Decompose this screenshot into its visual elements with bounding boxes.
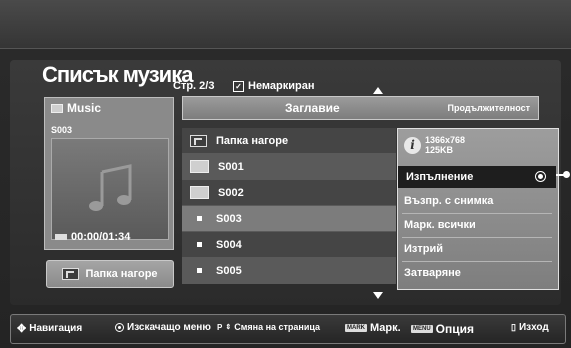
footer-exit-label: Изход	[518, 322, 549, 333]
footer-nav-label: Навигация	[29, 323, 83, 334]
column-duration: Продължителност	[447, 103, 531, 113]
file-info-text: 1366x768 125KB	[425, 135, 465, 155]
popup-item-delete[interactable]: Изтрий	[404, 243, 443, 255]
folder-up-button[interactable]: Папка нагоре	[46, 260, 174, 288]
footer-help-bar: ✥ Навигация Изскачащо меню P ⇕ Смяна на …	[10, 314, 566, 344]
list-item-s002[interactable]: S002	[182, 180, 396, 206]
footer-exit: ▯ Изход	[511, 322, 549, 333]
unmarked-label: Немаркиран	[248, 80, 315, 92]
list-item-s005[interactable]: S005	[182, 258, 396, 284]
list-item-folder-up[interactable]: Папка нагоре	[182, 128, 396, 154]
ok-button-icon	[115, 323, 124, 332]
scroll-down-arrow-icon[interactable]	[373, 292, 383, 299]
list-item-label: S004	[216, 238, 242, 251]
popup-menu: i 1366x768 125KB Изпълнение Възпр. с сни…	[397, 128, 559, 290]
footer-page: P ⇕ Смяна на страница	[217, 322, 320, 332]
folder-name: Music	[67, 101, 102, 115]
popup-item-mark-all[interactable]: Марк. всички	[404, 219, 476, 231]
popup-item-play-with-photo[interactable]: Възпр. с снимка	[404, 195, 493, 207]
list-item-label: S001	[218, 160, 244, 173]
file-bullet-icon	[197, 242, 202, 247]
footer-mark: MARK Марк.	[345, 322, 401, 334]
music-note-icon	[89, 164, 132, 211]
top-band	[0, 0, 571, 49]
list-item-label: S002	[218, 186, 244, 199]
file-bullet-icon	[197, 268, 202, 273]
music-list: Папка нагоре S001 S002 S003 S004 S005	[182, 128, 396, 284]
exit-icon: ▯	[511, 322, 516, 332]
playback-time-text: 00:00/01:34	[71, 231, 131, 243]
page-title: Списък музика	[42, 62, 193, 87]
footer-nav: ✥ Навигация	[17, 322, 82, 335]
folder-up-icon	[190, 134, 207, 147]
list-item-label: Папка нагоре	[216, 134, 289, 147]
footer-popup: Изскачащо меню	[115, 322, 211, 333]
current-file-name: S003	[51, 125, 73, 135]
folder-up-button-label: Папка нагоре	[85, 268, 158, 280]
divider	[402, 237, 552, 238]
list-item-s001[interactable]: S001	[182, 154, 396, 180]
radio-selected-icon	[535, 171, 546, 182]
folder-icon	[51, 103, 63, 113]
playback-time: 00:00/01:34	[55, 231, 130, 243]
pointer-dot-icon	[563, 171, 570, 178]
column-title: Заглавие	[285, 101, 340, 115]
popup-item-play[interactable]: Изпълнение	[398, 166, 556, 188]
file-size: 125KB	[425, 145, 454, 155]
divider	[402, 261, 552, 262]
list-item-label: S003	[216, 212, 242, 225]
folder-name-row: Music	[51, 101, 101, 115]
folder-up-icon	[62, 268, 80, 280]
footer-mark-label: Марк.	[370, 322, 401, 334]
divider	[402, 213, 552, 214]
file-bullet-icon	[197, 216, 202, 221]
list-item-label: S005	[216, 264, 242, 277]
popup-item-label: Изпълнение	[406, 171, 474, 183]
footer-popup-label: Изскачащо меню	[127, 322, 211, 333]
unmarked-filter[interactable]: ✓ Немаркиран	[233, 80, 315, 92]
page-updown-icon: ⇕	[225, 324, 232, 331]
p-key-label: P	[217, 322, 223, 332]
album-art	[51, 138, 169, 240]
info-icon: i	[404, 136, 421, 154]
file-resolution: 1366x768	[425, 135, 466, 145]
list-header: Заглавие Продължителност	[182, 96, 539, 120]
time-bar-icon	[55, 234, 67, 240]
scroll-up-arrow-icon[interactable]	[373, 87, 383, 94]
page-indicator: Стр. 2/3	[173, 80, 215, 92]
checkbox-icon: ✓	[233, 80, 244, 92]
list-item-s003[interactable]: S003	[182, 206, 396, 232]
footer-option: MENU Опция	[411, 322, 474, 336]
popup-item-close[interactable]: Затваряне	[404, 267, 461, 279]
menu-key-icon: MENU	[411, 325, 433, 333]
footer-page-label: Смяна на страница	[234, 322, 321, 332]
mark-key-icon: MARK	[345, 324, 367, 332]
file-info: i 1366x768 125KB	[404, 135, 465, 155]
folder-icon	[190, 160, 209, 173]
now-playing-panel: Music S003 00:00/01:34	[44, 97, 174, 250]
dpad-icon: ✥	[17, 323, 27, 335]
folder-icon	[190, 186, 209, 199]
footer-option-label: Опция	[435, 322, 475, 336]
list-item-s004[interactable]: S004	[182, 232, 396, 258]
